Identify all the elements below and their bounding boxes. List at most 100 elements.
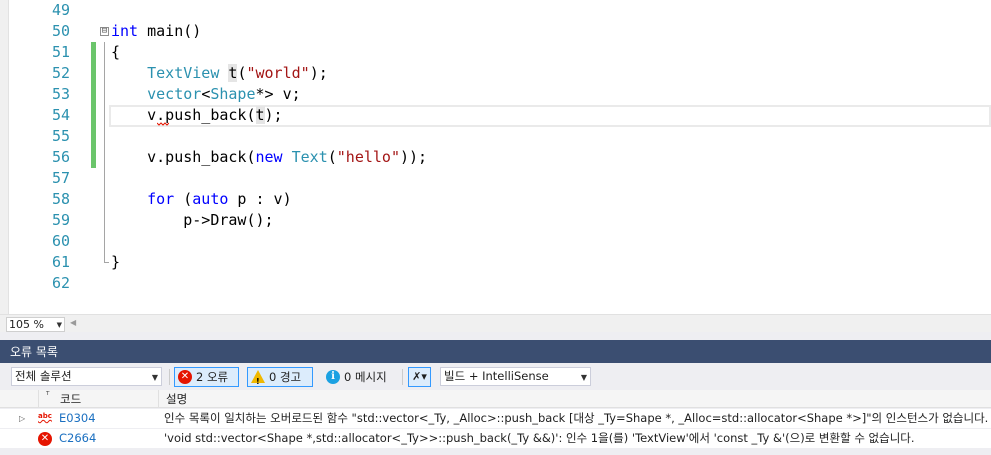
panel-title: 오류 목록 bbox=[10, 345, 58, 359]
code-text: TextView t("world"); bbox=[147, 64, 328, 82]
editor-status-strip: 105 % ▼ ◀ bbox=[0, 314, 991, 332]
error-code-link[interactable]: E0304 bbox=[59, 409, 96, 428]
code-line[interactable]: 51 { bbox=[9, 42, 991, 63]
dropdown-arrow-icon: ▼ bbox=[56, 321, 62, 329]
code-line[interactable]: 59 p->Draw(); bbox=[9, 210, 991, 231]
outline-guide bbox=[104, 189, 105, 210]
code-text: vector<Shape*> v; bbox=[147, 85, 301, 103]
change-marker bbox=[91, 126, 96, 147]
messages-label: 0 메시지 bbox=[344, 370, 387, 384]
code-text: p->Draw(); bbox=[111, 211, 274, 229]
outline-guide bbox=[104, 210, 105, 231]
expand-icon[interactable]: ▷ bbox=[19, 409, 25, 428]
panel-title-bar[interactable]: 오류 목록 bbox=[0, 340, 991, 363]
error-row[interactable]: ✕ C2664 'void std::vector<Shape *,std::a… bbox=[0, 429, 991, 448]
code-line[interactable]: 53 vector<Shape*> v; bbox=[9, 84, 991, 105]
build-source-value: 빌드 + IntelliSense bbox=[444, 369, 549, 383]
line-number: 58 bbox=[51, 190, 70, 208]
error-squiggle bbox=[157, 122, 169, 126]
build-source-dropdown[interactable]: 빌드 + IntelliSense ▼ bbox=[440, 367, 591, 386]
code-line[interactable]: 57 bbox=[9, 168, 991, 189]
line-number: 51 bbox=[51, 43, 70, 61]
line-number: 57 bbox=[51, 169, 70, 187]
scope-dropdown[interactable]: 전체 솔루션 ▼ bbox=[11, 367, 162, 386]
errors-filter-button[interactable]: ✕ 2 오류 bbox=[174, 367, 239, 387]
error-code-link[interactable]: C2664 bbox=[59, 429, 96, 448]
toolbar-separator bbox=[402, 369, 403, 385]
error-description: 'void std::vector<Shape *,std::allocator… bbox=[164, 431, 915, 445]
line-number: 55 bbox=[51, 127, 70, 145]
code-line[interactable]: 52 TextView t("world"); bbox=[9, 63, 991, 84]
outline-guide bbox=[104, 84, 105, 105]
errors-label: 2 오류 bbox=[196, 370, 229, 384]
dropdown-arrow-icon: ▼ bbox=[151, 373, 158, 382]
error-grid-header: ᵀ 코드 설명 bbox=[0, 390, 991, 408]
change-marker bbox=[91, 147, 96, 168]
line-number: 50 bbox=[51, 22, 70, 40]
code-text: int main() bbox=[111, 22, 202, 40]
change-marker bbox=[91, 42, 96, 63]
line-number: 61 bbox=[51, 253, 70, 271]
line-number: 53 bbox=[51, 85, 70, 103]
sort-icon[interactable]: ᵀ bbox=[46, 391, 49, 401]
column-header-description[interactable]: 설명 bbox=[166, 391, 187, 407]
code-text: { bbox=[111, 43, 121, 61]
error-icon: ✕ bbox=[178, 369, 192, 384]
error-description: 인수 목록이 일치하는 오버로드된 함수 "std::vector<_Ty, _… bbox=[164, 411, 989, 425]
line-number: 56 bbox=[51, 148, 70, 166]
column-divider bbox=[38, 390, 39, 408]
change-marker bbox=[91, 63, 96, 84]
error-row[interactable]: ▷ abc E0304 인수 목록이 일치하는 오버로드된 함수 "std::v… bbox=[0, 409, 991, 428]
messages-filter-button[interactable]: i 0 메시지 bbox=[322, 367, 398, 387]
dropdown-arrow-icon: ▼ bbox=[580, 373, 587, 382]
line-number: 60 bbox=[51, 232, 70, 250]
outline-guide bbox=[104, 168, 105, 189]
warnings-filter-button[interactable]: ! 0 경고 bbox=[247, 367, 313, 387]
toolbar-separator bbox=[169, 369, 170, 385]
scope-value: 전체 솔루션 bbox=[15, 369, 72, 383]
clear-filter-button[interactable]: ✗▾ bbox=[408, 367, 431, 387]
error-list-panel: 오류 목록 전체 솔루션 ▼ ✕ 2 오류 ! 0 경고 i 0 메시지 ✗▾ 빌드 … bbox=[0, 332, 991, 455]
scroll-left-icon[interactable]: ◀ bbox=[70, 318, 76, 327]
code-editor[interactable]: 49 50 ⊟ int main() 51 { 52 TextView t("w… bbox=[0, 0, 991, 314]
column-divider bbox=[158, 390, 159, 408]
change-marker bbox=[91, 105, 96, 126]
code-text: v.push_back(t); bbox=[111, 106, 283, 124]
change-marker bbox=[91, 84, 96, 105]
info-icon: i bbox=[326, 369, 340, 384]
editor-margin bbox=[0, 0, 9, 314]
line-number: 62 bbox=[51, 274, 70, 292]
filter-clear-icon: ✗▾ bbox=[412, 370, 427, 383]
zoom-dropdown[interactable]: 105 % ▼ bbox=[6, 317, 65, 332]
outline-guide bbox=[104, 231, 105, 252]
outline-guide bbox=[104, 126, 105, 147]
line-number: 49 bbox=[51, 1, 70, 19]
line-number: 52 bbox=[51, 64, 70, 82]
abc-squiggle-icon: abc bbox=[38, 412, 52, 420]
code-line[interactable]: 55 bbox=[9, 126, 991, 147]
code-text: for (auto p : v) bbox=[147, 190, 292, 208]
code-line[interactable]: 50 ⊟ int main() bbox=[9, 21, 991, 42]
outline-guide bbox=[104, 147, 105, 168]
outline-guide-end bbox=[104, 262, 109, 263]
code-line[interactable]: 56 v.push_back(new Text("hello")); bbox=[9, 147, 991, 168]
code-line[interactable]: 58 for (auto p : v) bbox=[9, 189, 991, 210]
outline-guide bbox=[104, 105, 105, 126]
outline-guide bbox=[104, 42, 105, 63]
code-text: v.push_back(new Text("hello")); bbox=[111, 148, 428, 166]
code-lines: 49 50 ⊟ int main() 51 { 52 TextView t("w… bbox=[9, 0, 991, 294]
code-line[interactable]: 60 bbox=[9, 231, 991, 252]
code-line[interactable]: 49 bbox=[9, 0, 991, 21]
code-line[interactable]: 62 bbox=[9, 273, 991, 294]
error-circle-icon: ✕ bbox=[38, 432, 52, 446]
zoom-value: 105 % bbox=[9, 318, 44, 331]
outline-guide bbox=[104, 63, 105, 84]
collapse-icon[interactable]: ⊟ bbox=[100, 27, 109, 36]
error-list-toolbar: 전체 솔루션 ▼ ✕ 2 오류 ! 0 경고 i 0 메시지 ✗▾ 빌드 + Inte… bbox=[0, 363, 991, 390]
line-number: 59 bbox=[51, 211, 70, 229]
line-number: 54 bbox=[51, 106, 70, 124]
code-line[interactable]: 61 } bbox=[9, 252, 991, 273]
column-header-code[interactable]: 코드 bbox=[60, 391, 81, 407]
code-text: } bbox=[111, 253, 121, 271]
warnings-label: 0 경고 bbox=[269, 370, 302, 384]
